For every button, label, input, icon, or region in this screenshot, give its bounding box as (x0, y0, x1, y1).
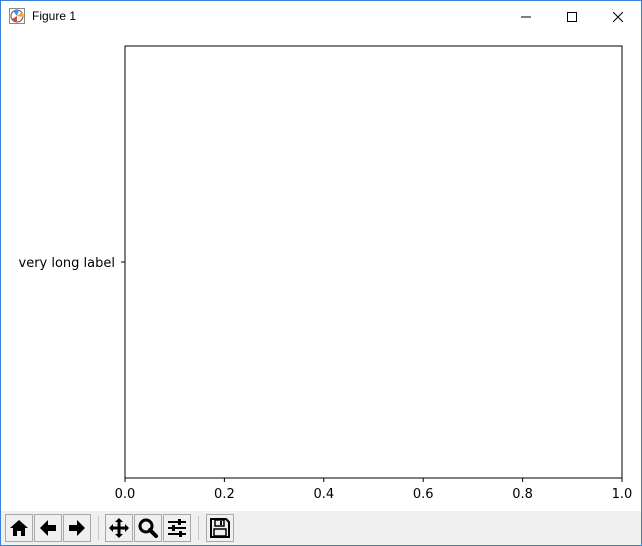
navigation-toolbar (1, 511, 641, 545)
maximize-button[interactable] (549, 1, 595, 32)
home-button[interactable] (5, 514, 33, 542)
pan-button[interactable] (105, 514, 133, 542)
chart: 0.0 0.2 0.4 0.6 0.8 1.0 very long label (19, 45, 633, 502)
x-tick-label: 0.4 (313, 487, 334, 502)
move-icon (109, 518, 129, 538)
arrow-left-icon (40, 520, 56, 536)
matplotlib-icon (9, 8, 25, 24)
minimize-icon (521, 16, 531, 17)
minimize-button[interactable] (503, 1, 549, 32)
floppy-disk-icon (210, 518, 230, 538)
x-tick-label: 1.0 (612, 487, 633, 502)
x-tick-label: 0.8 (512, 487, 533, 502)
figure-window: Figure 1 0.0 0.2 0.4 0.6 0.8 1.0 very long la… (0, 0, 642, 546)
zoom-button[interactable] (134, 514, 162, 542)
save-button[interactable] (206, 514, 234, 542)
toolbar-separator (98, 516, 99, 540)
window-title: Figure 1 (32, 9, 77, 23)
y-axis: very long label (19, 256, 125, 271)
forward-button[interactable] (63, 514, 91, 542)
back-button[interactable] (34, 514, 62, 542)
maximize-icon (567, 11, 577, 22)
home-icon (10, 520, 28, 536)
x-tick-label: 0.2 (214, 487, 235, 502)
x-tick-label: 0.0 (115, 487, 136, 502)
x-tick-label: 0.6 (413, 487, 434, 502)
magnifier-icon (138, 518, 158, 538)
close-icon (613, 11, 623, 22)
figure-canvas[interactable]: 0.0 0.2 0.4 0.6 0.8 1.0 very long label (1, 32, 641, 511)
axes-frame (124, 45, 623, 479)
configure-subplots-button[interactable] (163, 514, 191, 542)
y-tick-label: very long label (19, 256, 116, 271)
toolbar-separator (198, 516, 199, 540)
close-button[interactable] (595, 1, 641, 32)
sliders-icon (168, 519, 186, 537)
x-axis: 0.0 0.2 0.4 0.6 0.8 1.0 (115, 478, 633, 502)
title-bar[interactable]: Figure 1 (1, 1, 641, 32)
arrow-right-icon (69, 520, 85, 536)
